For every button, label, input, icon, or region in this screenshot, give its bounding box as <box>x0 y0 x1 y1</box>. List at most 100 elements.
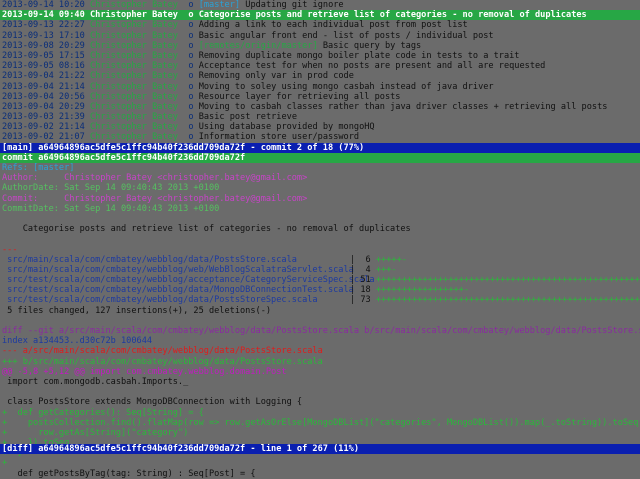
diffstat-summary: 5 files changed, 127 insertions(+), 25 d… <box>2 305 272 316</box>
graph-marker: o <box>188 20 194 31</box>
log-date: 2013-09-14 10:20 <box>2 0 85 10</box>
log-message: Basic angular front end - list of posts … <box>198 30 494 41</box>
log-row-selected[interactable]: 2013-09-14 09:40 Christopher Batey o Cat… <box>0 10 640 21</box>
graph-marker: o <box>188 101 194 112</box>
log-row-0[interactable]: 2013-09-14 10:20 Christopher Batey o [ma… <box>0 0 640 10</box>
commit-date-line: CommitDate: Sat Sep 14 09:40:43 2013 +01… <box>2 203 220 214</box>
log-message: Resource layer for retrieving all posts <box>198 91 401 102</box>
diffstat-row[interactable]: src/test/scala/com/cmbatey/webblog/accep… <box>0 275 640 285</box>
graph-marker: o <box>188 112 194 123</box>
log-row-5[interactable]: 2013-09-05 17:15 Christopher Batey o Rem… <box>0 51 640 61</box>
log-row-13[interactable]: 2013-09-02 21:07 Christopher Batey o Inf… <box>0 132 640 142</box>
graph-marker: o <box>188 71 194 82</box>
plus-file-line: +++ b/src/main/scala/com/cmbatey/webblog… <box>2 356 323 367</box>
log-row-12[interactable]: 2013-09-02 21:14 Christopher Batey o Usi… <box>0 122 640 132</box>
diff-view[interactable]: commit a64964896ac5dfe5c1ffc94b40f236dd7… <box>0 152 640 479</box>
log-message: Information store user/password <box>198 132 360 143</box>
log-date: 2013-09-04 20:56 <box>2 91 85 102</box>
log-author: Christopher Batey <box>89 61 178 72</box>
code-lines: import com.mongodb.casbah.Imports._ clas… <box>0 377 640 479</box>
diffstat-path: src/test/scala/com/cmbatey/webblog/accep… <box>2 275 375 286</box>
log-author: Christopher Batey <box>89 20 178 31</box>
graph-marker: o <box>188 40 194 51</box>
diffstat-count: 73 <box>355 295 371 306</box>
log-message: Removing duplicate mongo boiler plate co… <box>198 50 520 61</box>
ref-tag: [master] <box>198 0 241 10</box>
diff-status-bar: [diff] a64964896ac5dfe5c1ffc94b40f236dd7… <box>0 443 640 454</box>
log-author: Christopher Batey <box>89 122 178 133</box>
main-status-bar: [main] a64964896ac5dfe5c1ffc94b40f236dd7… <box>0 142 640 153</box>
log-message: Moving to casbah classes rather than jav… <box>198 101 608 112</box>
diffstat-path: src/main/scala/com/cmbatey/webblog/data/… <box>2 254 297 265</box>
diffstat-bar: +++++- <box>370 254 407 265</box>
log-message: Moving to soley using mongo casbah inste… <box>198 81 494 92</box>
diffstat-row[interactable]: src/test/scala/com/cmbatey/webblog/data/… <box>0 295 640 305</box>
log-row-7[interactable]: 2013-09-04 21:22 Christopher Batey o Rem… <box>0 71 640 81</box>
diffstat-bar: ++++++++++++++++++++++++++++++++++++++++… <box>370 275 640 286</box>
diffstat-bar: +++++++++++++++++- <box>370 285 470 296</box>
log-row-6[interactable]: 2013-09-05 08:16 Christopher Batey o Acc… <box>0 61 640 71</box>
diffstat: src/main/scala/com/cmbatey/webblog/data/… <box>0 255 640 306</box>
log-author: Christopher Batey <box>89 91 178 102</box>
log-date: 2013-09-04 20:29 <box>2 101 85 112</box>
hunk-header: @@ -5,8 +5,12 @@ import com.cmbatey.webb… <box>2 366 287 377</box>
log-row-10[interactable]: 2013-09-04 20:29 Christopher Batey o Mov… <box>0 102 640 112</box>
log-author: Christopher Batey <box>89 81 178 92</box>
diffstat-count: 4 <box>355 264 371 275</box>
code-line-added: + def getCategories(): Seq[String] = { <box>2 407 204 418</box>
diffstat-count: 51 <box>355 275 371 286</box>
log-author: Christopher Batey <box>89 112 178 123</box>
log-row-4[interactable]: 2013-09-08 20:29 Christopher Batey o [re… <box>0 41 640 51</box>
log-author: Christopher Batey <box>89 0 178 10</box>
author-line: Author: Christopher Batey <christopher.b… <box>2 173 308 184</box>
log-message: Updating git ignore <box>245 0 344 10</box>
log-row-8[interactable]: 2013-09-04 21:14 Christopher Batey o Mov… <box>0 82 640 92</box>
terminal-window[interactable]: 2013-09-14 10:20 Christopher Batey o [ma… <box>0 0 640 479</box>
graph-marker: o <box>188 10 194 21</box>
diffstat-path: src/test/scala/com/cmbatey/webblog/data/… <box>2 285 354 296</box>
log-author: Christopher Batey <box>89 30 178 41</box>
diff-header: diff --git a/src/main/scala/com/cmbatey/… <box>2 326 640 336</box>
diffstat-row[interactable]: src/main/scala/com/cmbatey/webblog/data/… <box>0 255 640 265</box>
log-message: Using database provided by mongoHQ <box>198 122 375 133</box>
graph-marker: o <box>188 30 194 41</box>
author-date-line: AuthorDate: Sat Sep 14 09:40:43 2013 +01… <box>2 183 220 194</box>
diffstat-path: src/main/scala/com/cmbatey/webblog/web/W… <box>2 264 354 275</box>
log-author: Christopher Batey <box>89 10 178 21</box>
log-author: Christopher Batey <box>89 50 178 61</box>
log-author: Christopher Batey <box>89 101 178 112</box>
log-date: 2013-09-13 17:10 <box>2 30 85 41</box>
log-author: Christopher Batey <box>89 40 178 51</box>
log-date: 2013-09-13 22:27 <box>2 20 85 31</box>
diffstat-count: 18 <box>355 285 371 296</box>
commit-message: Categorise posts and retrieve list of ca… <box>2 224 411 235</box>
log-date: 2013-09-02 21:14 <box>2 122 85 133</box>
diffstat-row[interactable]: src/main/scala/com/cmbatey/webblog/web/W… <box>0 265 640 275</box>
graph-marker: o <box>188 50 194 61</box>
log-row-3[interactable]: 2013-09-13 17:10 Christopher Batey o Bas… <box>0 31 640 41</box>
diffstat-path: src/test/scala/com/cmbatey/webblog/data/… <box>2 295 318 306</box>
diffstat-row[interactable]: src/test/scala/com/cmbatey/webblog/data/… <box>0 285 640 295</box>
graph-marker: o <box>188 91 194 102</box>
code-line-added: + <box>2 458 8 469</box>
code-line: def getPostsByTag(tag: String) : Seq[Pos… <box>2 468 256 479</box>
diffstat-bar: ++++++++++++++++++++++++++++++++++++++++… <box>370 295 640 306</box>
log-row-11[interactable]: 2013-09-03 21:39 Christopher Batey o Bas… <box>0 112 640 122</box>
graph-marker: o <box>188 81 194 92</box>
commit-log[interactable]: 2013-09-14 10:20 Christopher Batey o [ma… <box>0 0 640 143</box>
log-row-2[interactable]: 2013-09-13 22:27 Christopher Batey o Add… <box>0 20 640 30</box>
refs-line: Refs: [master] <box>2 163 75 173</box>
graph-marker: o <box>188 0 194 10</box>
log-date: 2013-09-04 21:14 <box>2 81 85 92</box>
code-line: import com.mongodb.casbah.Imports._ <box>2 376 189 387</box>
log-date: 2013-09-05 17:15 <box>2 50 85 61</box>
graph-marker: o <box>188 61 194 72</box>
diffstat-count: 6 <box>355 254 371 265</box>
index-line: index a134453..d30c72b 100644 <box>2 336 153 347</box>
log-author: Christopher Batey <box>89 71 178 82</box>
code-line-added: + row.getAs[String]("category") <box>2 427 189 438</box>
log-date: 2013-09-03 21:39 <box>2 112 85 123</box>
code-line: class PostsStore extends MongoDBConnecti… <box>2 397 303 408</box>
log-row-9[interactable]: 2013-09-04 20:56 Christopher Batey o Res… <box>0 92 640 102</box>
log-message: Acceptance test for when no posts are pr… <box>198 61 546 72</box>
